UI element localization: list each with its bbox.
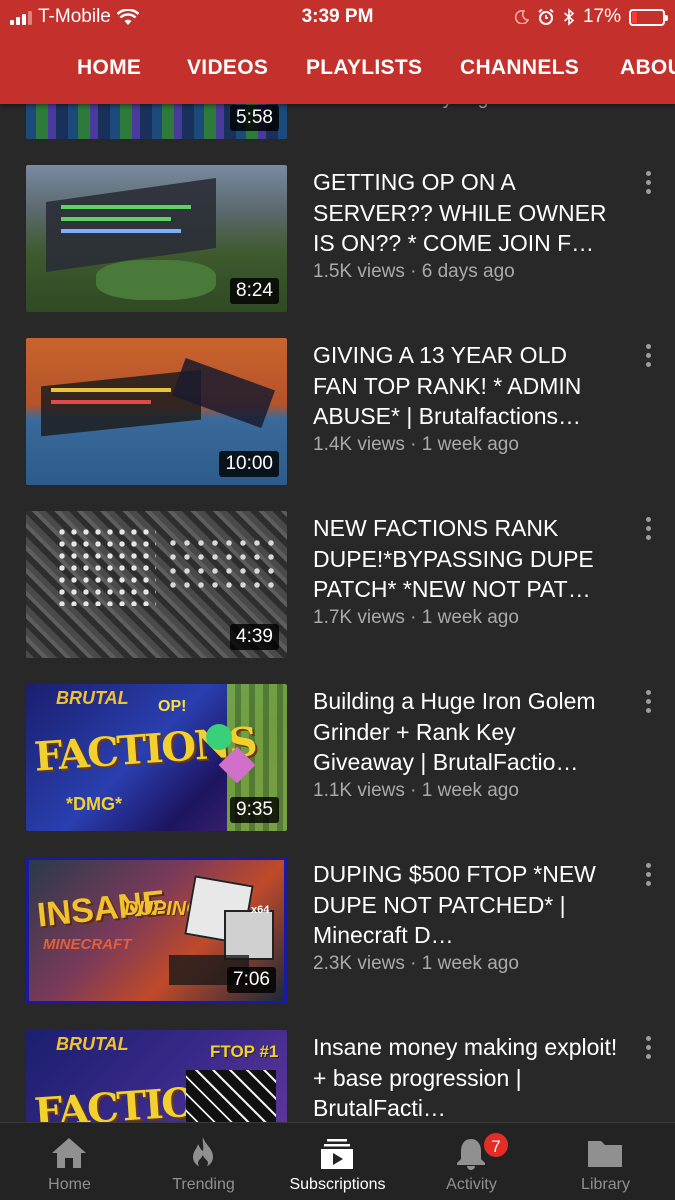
subscriptions-icon — [321, 1139, 353, 1169]
video-thumbnail[interactable]: BRUTAL FACTIONS OP! *DMG* 9:35 — [26, 684, 287, 831]
thumbnail-text: OP! — [158, 698, 187, 715]
more-options-icon[interactable] — [638, 171, 660, 197]
more-options-icon[interactable] — [638, 517, 660, 543]
nav-trending[interactable]: Trending — [136, 1123, 271, 1200]
more-options-icon[interactable] — [638, 344, 660, 370]
more-options-icon[interactable] — [638, 1036, 660, 1062]
channel-tabs: HOME VIDEOS PLAYLISTS CHANNELS ABOU — [0, 36, 675, 104]
flame-icon — [193, 1137, 213, 1168]
nav-library[interactable]: Library — [538, 1123, 673, 1200]
video-title[interactable]: Building a Huge Iron Golem Grinder + Ran… — [313, 686, 618, 778]
nav-label: Home — [48, 1176, 91, 1193]
nav-label: Library — [581, 1176, 630, 1193]
video-title[interactable]: GIVING A 13 YEAR OLD FAN TOP RANK! * ADM… — [313, 340, 618, 432]
tab-home[interactable]: HOME — [77, 56, 141, 80]
bottom-nav: Home Trending Subscriptions 7 Activity L… — [0, 1122, 675, 1200]
home-icon — [52, 1138, 86, 1168]
video-duration: 10:00 — [219, 451, 279, 477]
video-meta: 1.4K views · 1 week ago — [313, 434, 519, 455]
video-item[interactable]: BRUTAL FACTIONS OP! *DMG* 9:35 Building … — [0, 684, 675, 832]
more-options-icon[interactable] — [638, 863, 660, 889]
video-thumbnail[interactable]: 8:24 — [26, 165, 287, 312]
tab-videos[interactable]: VIDEOS — [187, 56, 268, 80]
video-list[interactable]: 5:58 1K views · 6 days ago 8:24 GETTING … — [0, 0, 675, 1122]
thumbnail-text: x64 — [251, 904, 270, 916]
folder-icon — [588, 1141, 622, 1167]
video-duration: 8:24 — [230, 278, 279, 304]
video-meta: 1.7K views · 1 week ago — [313, 607, 519, 628]
thumbnail-text: *DMG* — [66, 794, 123, 814]
alarm-icon — [538, 8, 554, 25]
video-title[interactable]: Insane money making exploit! + base prog… — [313, 1032, 618, 1122]
video-item[interactable]: 8:24 GETTING OP ON A SERVER?? WHILE OWNE… — [0, 165, 675, 313]
tab-about[interactable]: ABOU — [620, 56, 675, 80]
tab-channels[interactable]: CHANNELS — [460, 56, 579, 80]
video-duration: 7:06 — [227, 967, 276, 993]
nav-subscriptions[interactable]: Subscriptions — [270, 1123, 405, 1200]
video-meta: 2.3K views · 1 week ago — [313, 953, 519, 974]
video-thumbnail[interactable]: 4:39 — [26, 511, 287, 658]
thumbnail-text: BRUTAL — [56, 688, 129, 708]
nav-home[interactable]: Home — [2, 1123, 137, 1200]
bluetooth-icon — [563, 8, 575, 26]
activity-badge: 7 — [482, 1131, 510, 1159]
nav-activity[interactable]: 7 Activity — [404, 1123, 539, 1200]
video-title[interactable]: NEW FACTIONS RANK DUPE!*BYPASSING DUPE P… — [313, 513, 618, 605]
battery-icon — [629, 8, 668, 26]
video-title[interactable]: GETTING OP ON A SERVER?? WHILE OWNER IS … — [313, 167, 618, 259]
more-options-icon[interactable] — [638, 690, 660, 716]
video-meta: 1.5K views · 6 days ago — [313, 261, 515, 282]
video-item[interactable]: BRUTAL FACTIONS FTOP #1 Insane money mak… — [0, 1030, 675, 1122]
video-item[interactable]: 4:39 NEW FACTIONS RANK DUPE!*BYPASSING D… — [0, 511, 675, 659]
video-duration: 4:39 — [230, 624, 279, 650]
nav-label: Trending — [172, 1176, 235, 1193]
video-duration: 9:35 — [230, 797, 279, 823]
nav-label: Activity — [446, 1176, 497, 1193]
video-title[interactable]: DUPING $500 FTOP *NEW DUPE NOT PATCHED* … — [313, 859, 618, 951]
thumbnail-text: BRUTAL — [56, 1034, 129, 1054]
youtube-channel-page: 5:58 1K views · 6 days ago 8:24 GETTING … — [0, 0, 675, 1200]
video-item[interactable]: 10:00 GIVING A 13 YEAR OLD FAN TOP RANK!… — [0, 338, 675, 486]
thumbnail-text: FTOP #1 — [210, 1042, 279, 1061]
status-bar: T-Mobile 3:39 PM 17% — [0, 0, 675, 36]
moon-icon — [514, 10, 529, 24]
video-thumbnail[interactable]: 10:00 — [26, 338, 287, 485]
video-meta: 1.1K views · 1 week ago — [313, 780, 519, 801]
nav-label: Subscriptions — [289, 1176, 386, 1193]
video-item[interactable]: INSANE DUPING MINECRAFT x64 7:06 DUPING … — [0, 857, 675, 1005]
thumbnail-text: MINECRAFT — [43, 936, 132, 953]
video-thumbnail[interactable]: BRUTAL FACTIONS FTOP #1 — [26, 1030, 287, 1122]
battery-percent: 17% — [582, 6, 621, 27]
video-duration: 5:58 — [230, 105, 279, 131]
video-thumbnail[interactable]: INSANE DUPING MINECRAFT x64 7:06 — [26, 857, 287, 1004]
tab-playlists[interactable]: PLAYLISTS — [306, 56, 422, 80]
